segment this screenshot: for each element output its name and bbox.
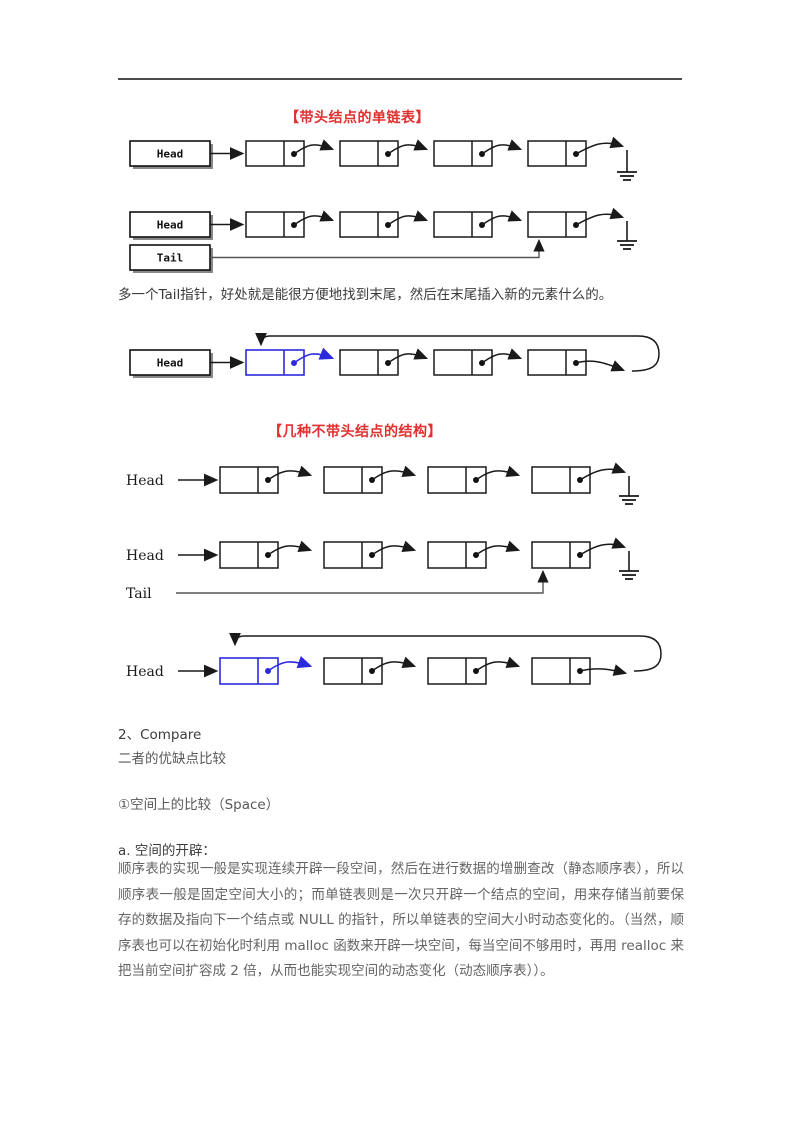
pointer-label-head-text: Head: [126, 548, 164, 564]
pointer-label-head-text: Head: [126, 664, 164, 680]
null-ground-icon: [619, 551, 639, 580]
compare-heading: 2、Compare: [118, 727, 202, 743]
pointer-label-tail-text: Tail: [126, 586, 152, 602]
pointer-label-head: Head: [129, 211, 213, 240]
header-divider-rule: [118, 78, 682, 80]
diagram-no-head-circular: Head: [118, 625, 684, 687]
compare-paragraph: 顺序表的实现一般是实现连续开辟一段空间，然后在进行数据的增删查改（静态顺序表），…: [118, 861, 684, 979]
pointer-label-head-text: Head: [157, 357, 184, 370]
compare-subheading: 二者的优缺点比较: [118, 751, 226, 767]
diagram-with-head-circular: Head: [118, 326, 684, 388]
diagram-no-head-tail: Head Tail: [118, 535, 684, 607]
pointer-label-head-text: Head: [157, 148, 184, 161]
pointer-label-head-text: Head: [126, 473, 164, 489]
pointer-label-tail-text: Tail: [157, 252, 184, 265]
section-title-with-head: 【带头结点的单链表】: [285, 110, 430, 126]
null-ground-icon: [617, 150, 637, 181]
diagram-with-head-tail: Head Tail: [118, 205, 684, 277]
document-page: 【带头结点的单链表】 Head Head Tail 多一个Tail指针，好处就是…: [0, 0, 800, 1132]
pointer-label-head: Head: [129, 349, 213, 378]
section-title-no-head: 【几种不带头结点的结构】: [268, 424, 442, 440]
null-ground-icon: [617, 221, 637, 250]
compare-item-1: ①空间上的比较（Space）: [118, 797, 280, 813]
note-tail-pointer: 多一个Tail指针，好处就是能很方便地找到末尾，然后在末尾插入新的元素什么的。: [118, 287, 613, 303]
pointer-label-head: Head: [129, 140, 213, 169]
pointer-label-tail: Tail: [129, 244, 213, 273]
diagram-no-head-simple: Head: [118, 460, 684, 518]
pointer-label-head-text: Head: [157, 219, 184, 232]
compare-section: 2、Compare 二者的优缺点比较 ①空间上的比较（Space） a. 空间的…: [118, 723, 684, 863]
null-ground-icon: [619, 476, 639, 505]
diagram-with-head-simple: Head: [118, 130, 684, 190]
